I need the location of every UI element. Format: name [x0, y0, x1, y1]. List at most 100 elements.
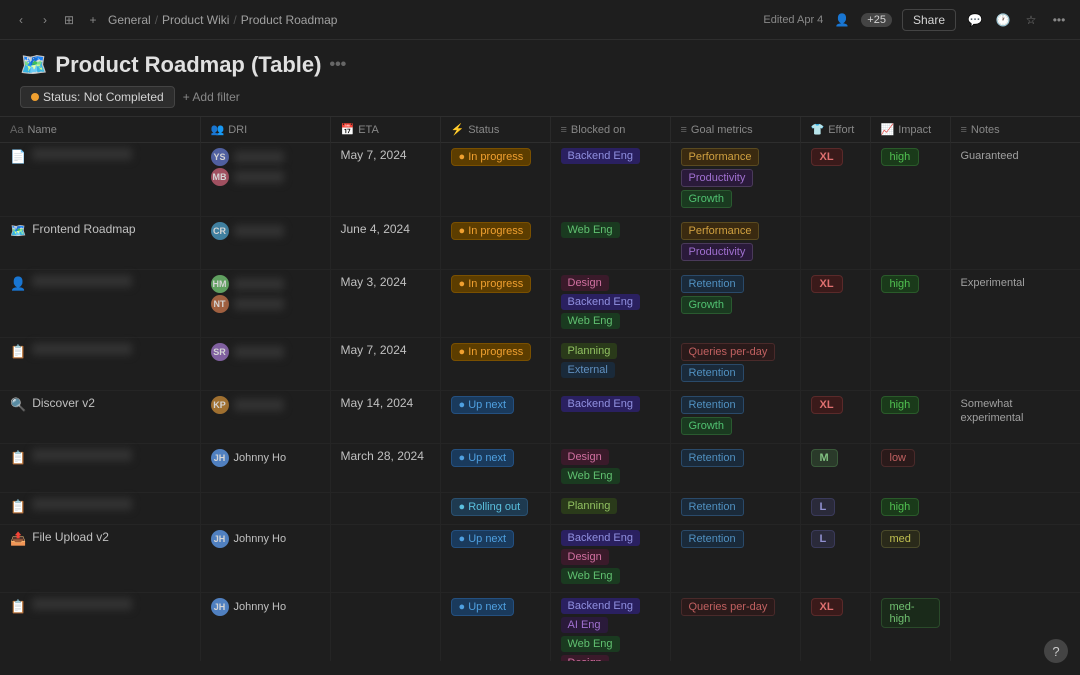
table-row[interactable]: 📋 JH Johnny Ho ● Up next Backend EngAI E… — [0, 593, 1080, 662]
blocked-tag: Backend Eng — [561, 148, 640, 164]
td-eta: May 14, 2024 — [330, 391, 440, 444]
td-eta: March 28, 2024 — [330, 444, 440, 493]
page-title-text: Product Roadmap (Table) — [55, 52, 321, 78]
name-blurred — [32, 598, 132, 610]
td-goals: RetentionGrowth — [670, 270, 800, 338]
clock-icon[interactable]: 🕐 — [994, 11, 1012, 29]
breadcrumb-roadmap[interactable]: Product Roadmap — [241, 13, 338, 27]
blocked-tag: Backend Eng — [561, 294, 640, 310]
expand-icon[interactable]: ⊞ — [60, 11, 78, 29]
comment-icon[interactable]: 💬 — [966, 11, 984, 29]
td-status: ● Up next — [440, 391, 550, 444]
td-effort: XL — [800, 593, 870, 662]
name-blurred — [32, 275, 132, 287]
table-row[interactable]: 📤 File Upload v2 JH Johnny Ho ● Up next … — [0, 525, 1080, 593]
breadcrumb-general[interactable]: General — [108, 13, 151, 27]
status-badge: ● Up next — [451, 598, 515, 616]
td-name: 📄 — [0, 143, 200, 217]
more-icon[interactable]: ••• — [1050, 11, 1068, 29]
table-row[interactable]: 🔍 Discover v2 KP May 14, 2024 ● Up next … — [0, 391, 1080, 444]
page-emoji: 🗺️ — [20, 52, 47, 78]
table-body: 📄 YS MB May 7, 2024 ● In progress Backen… — [0, 143, 1080, 662]
row-icon: 📄 — [10, 149, 26, 165]
td-dri — [200, 493, 330, 525]
table-row[interactable]: 📄 YS MB May 7, 2024 ● In progress Backen… — [0, 143, 1080, 217]
dri-name-blurred — [234, 399, 284, 411]
row-icon: 📤 — [10, 531, 26, 547]
effort-badge: XL — [811, 396, 843, 414]
dri-name-blurred — [234, 225, 284, 237]
td-goals: Queries per-dayRetention — [670, 338, 800, 391]
page-header: 🗺️ Product Roadmap (Table) ••• Status: N… — [0, 40, 1080, 116]
eta-text: May 3, 2024 — [341, 275, 407, 289]
page-title: 🗺️ Product Roadmap (Table) ••• — [20, 52, 1060, 78]
row-icon: 📋 — [10, 344, 26, 360]
td-notes: Experimental — [950, 270, 1080, 338]
td-notes — [950, 338, 1080, 391]
add-page-icon[interactable]: + — [84, 11, 102, 29]
dri-name: Johnny Ho — [234, 452, 287, 464]
breadcrumb-wiki[interactable]: Product Wiki — [162, 13, 229, 27]
blocked-tag: Web Eng — [561, 222, 620, 238]
th-effort[interactable]: 👕Effort — [800, 117, 870, 143]
td-name: 📋 — [0, 493, 200, 525]
table-row[interactable]: 📋 ● Rolling out Planning Retention L hig… — [0, 493, 1080, 525]
dri-avatar: YS — [211, 148, 229, 166]
blocked-tags: DesignBackend EngWeb Eng — [561, 275, 660, 332]
dri-user: JH Johnny Ho — [211, 449, 320, 467]
blocked-tag: Planning — [561, 498, 618, 514]
goal-tag: Retention — [681, 449, 744, 467]
goal-tags: Retention — [681, 449, 790, 470]
effort-badge: L — [811, 530, 836, 548]
th-notes[interactable]: ≡Notes — [950, 117, 1080, 143]
td-impact: high — [870, 391, 950, 444]
th-status[interactable]: ⚡Status — [440, 117, 550, 143]
status-badge: ● In progress — [451, 222, 532, 240]
table-row[interactable]: 👤 HM NT May 3, 2024 ● In progress Design… — [0, 270, 1080, 338]
th-goals[interactable]: ≡Goal metrics — [670, 117, 800, 143]
th-impact[interactable]: 📈Impact — [870, 117, 950, 143]
th-blocked[interactable]: ≡Blocked on — [550, 117, 670, 143]
add-filter[interactable]: + Add filter — [183, 90, 240, 104]
status-filter[interactable]: Status: Not Completed — [20, 86, 175, 108]
td-eta — [330, 493, 440, 525]
forward-icon[interactable]: › — [36, 11, 54, 29]
td-impact — [870, 217, 950, 270]
eta-text: June 4, 2024 — [341, 222, 410, 236]
blocked-tags: Backend EngDesignWeb Eng — [561, 530, 660, 587]
td-eta: May 7, 2024 — [330, 338, 440, 391]
notes-text: Experimental — [961, 277, 1025, 289]
td-status: ● In progress — [440, 217, 550, 270]
breadcrumb-sep-1: / — [155, 13, 158, 27]
name-cell: 🗺️ Frontend Roadmap — [10, 222, 190, 239]
goal-tag: Productivity — [681, 169, 754, 187]
table-row[interactable]: 📋 SR May 7, 2024 ● In progress PlanningE… — [0, 338, 1080, 391]
td-notes: Somewhat experimental — [950, 391, 1080, 444]
table-row[interactable]: 🗺️ Frontend Roadmap CR June 4, 2024 ● In… — [0, 217, 1080, 270]
top-nav: ‹ › ⊞ + General / Product Wiki / Product… — [0, 0, 1080, 40]
td-dri: SR — [200, 338, 330, 391]
td-effort: L — [800, 493, 870, 525]
td-name: 📤 File Upload v2 — [0, 525, 200, 593]
blocked-tag: Design — [561, 655, 609, 661]
td-effort: M — [800, 444, 870, 493]
td-impact — [870, 338, 950, 391]
page-options-icon[interactable]: ••• — [329, 56, 346, 74]
th-dri[interactable]: 👥DRI — [200, 117, 330, 143]
th-eta[interactable]: 📅ETA — [330, 117, 440, 143]
td-blocked: DesignWeb Eng — [550, 444, 670, 493]
td-status: ● In progress — [440, 143, 550, 217]
star-icon[interactable]: ☆ — [1022, 11, 1040, 29]
table-row[interactable]: 📋 JH Johnny Ho March 28, 2024 ● Up next … — [0, 444, 1080, 493]
td-notes — [950, 217, 1080, 270]
row-name: Discover v2 — [32, 396, 95, 410]
blocked-tag: Backend Eng — [561, 396, 640, 412]
share-button[interactable]: Share — [902, 9, 956, 31]
th-name[interactable]: AaName — [0, 117, 200, 143]
row-name: Frontend Roadmap — [32, 222, 135, 236]
help-button[interactable]: ? — [1044, 639, 1068, 663]
back-icon[interactable]: ‹ — [12, 11, 30, 29]
eta-text: May 14, 2024 — [341, 396, 414, 410]
dri-avatar: SR — [211, 343, 229, 361]
td-eta: June 4, 2024 — [330, 217, 440, 270]
